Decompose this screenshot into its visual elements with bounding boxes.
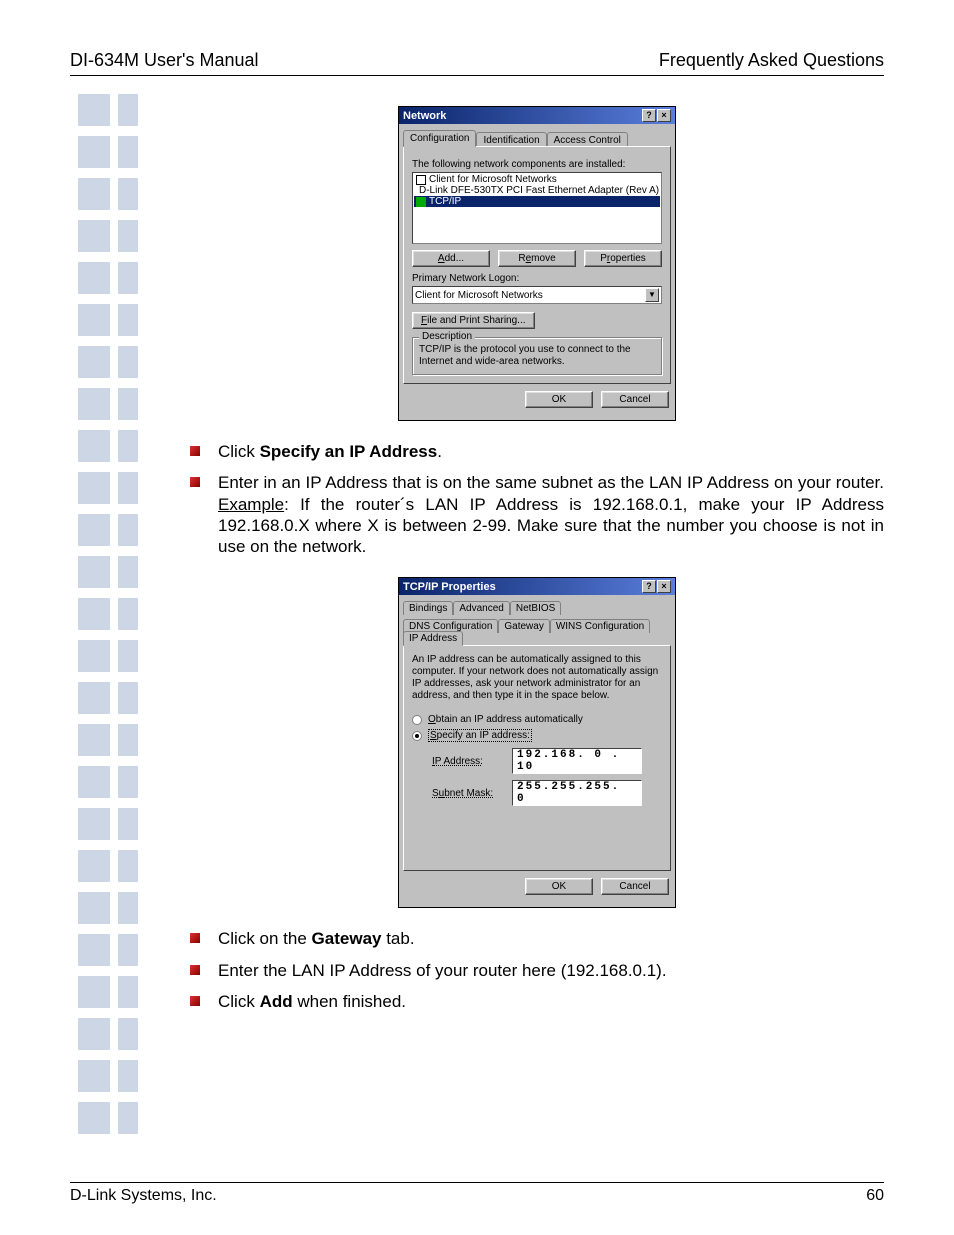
- tcpip-dialog-title: TCP/IP Properties: [403, 581, 496, 593]
- decorative-stripes: [78, 94, 153, 1144]
- description-legend: Description: [419, 331, 475, 342]
- chevron-down-icon[interactable]: ▼: [645, 288, 659, 302]
- tab-bindings[interactable]: Bindings: [403, 601, 453, 615]
- cancel-button[interactable]: Cancel: [601, 878, 669, 895]
- instruction-list-2: Click on the Gateway tab. Enter the LAN …: [190, 928, 884, 1012]
- subnet-mask-label: Subnet Mask:: [432, 788, 502, 799]
- components-label: The following network components are ins…: [412, 159, 662, 170]
- list-item-selected[interactable]: TCP/IP: [414, 196, 660, 207]
- help-icon[interactable]: ?: [642, 580, 656, 593]
- list-item[interactable]: D-Link DFE-530TX PCI Fast Ethernet Adapt…: [414, 185, 660, 196]
- add-button[interactable]: AAdd...dd...: [412, 250, 490, 267]
- close-icon[interactable]: ×: [657, 109, 671, 122]
- tab-configuration[interactable]: Configuration: [403, 130, 476, 147]
- list-item: Click Specify an IP Address.: [190, 441, 884, 462]
- ip-address-field[interactable]: 192.168. 0 . 10: [512, 748, 642, 774]
- cancel-button[interactable]: Cancel: [601, 391, 669, 408]
- footer-page: 60: [866, 1187, 884, 1205]
- list-item: Enter the LAN IP Address of your router …: [190, 960, 884, 981]
- tab-netbios[interactable]: NetBIOS: [510, 601, 561, 615]
- ok-button[interactable]: OK: [525, 878, 593, 895]
- properties-button[interactable]: Properties: [584, 250, 662, 267]
- primary-logon-label: Primary Network Logon:: [412, 273, 662, 284]
- radio-icon: [412, 715, 422, 725]
- list-item: Click on the Gateway tab.: [190, 928, 884, 949]
- tab-gateway[interactable]: Gateway: [498, 619, 549, 633]
- list-item[interactable]: Client for Microsoft Networks: [414, 174, 660, 185]
- dropdown-value: Client for Microsoft Networks: [415, 290, 543, 301]
- radio-obtain-auto[interactable]: Obtain an IP address automatically: [412, 714, 662, 725]
- description-group: Description TCP/IP is the protocol you u…: [412, 337, 662, 375]
- ip-intro-text: An IP address can be automatically assig…: [412, 654, 662, 702]
- footer-left: D-Link Systems, Inc.: [70, 1187, 217, 1205]
- description-text: TCP/IP is the protocol you use to connec…: [419, 344, 655, 368]
- file-print-sharing-button[interactable]: File and Print Sharing...: [412, 312, 535, 329]
- subnet-mask-field[interactable]: 255.255.255. 0: [512, 780, 642, 806]
- instruction-list-1: Click Specify an IP Address. Enter in an…: [190, 441, 884, 557]
- network-dialog: Network ? × Configuration Identification…: [398, 106, 676, 421]
- client-icon: [416, 175, 426, 185]
- tab-advanced[interactable]: Advanced: [453, 601, 509, 615]
- help-icon[interactable]: ?: [642, 109, 656, 122]
- list-item: Enter in an IP Address that is on the sa…: [190, 472, 884, 557]
- remove-button[interactable]: Remove: [498, 250, 576, 267]
- radio-specify-ip[interactable]: Specify an IP address:: [412, 729, 662, 742]
- ip-address-label: IP Address:: [432, 756, 502, 767]
- primary-logon-dropdown[interactable]: Client for Microsoft Networks ▼: [412, 286, 662, 304]
- list-item: Click Add when finished.: [190, 991, 884, 1012]
- protocol-icon: [416, 197, 426, 207]
- header-right: Frequently Asked Questions: [659, 50, 884, 71]
- tab-ip-address[interactable]: IP Address: [403, 631, 463, 646]
- close-icon[interactable]: ×: [657, 580, 671, 593]
- header-left: DI-634M User's Manual: [70, 50, 259, 71]
- tab-wins[interactable]: WINS Configuration: [550, 619, 650, 633]
- network-dialog-title: Network: [403, 110, 446, 122]
- tcpip-dialog: TCP/IP Properties ? × Bindings Advanced …: [398, 577, 676, 908]
- radio-icon: [412, 731, 422, 741]
- components-listbox[interactable]: Client for Microsoft Networks D-Link DFE…: [412, 172, 662, 244]
- ok-button[interactable]: OK: [525, 391, 593, 408]
